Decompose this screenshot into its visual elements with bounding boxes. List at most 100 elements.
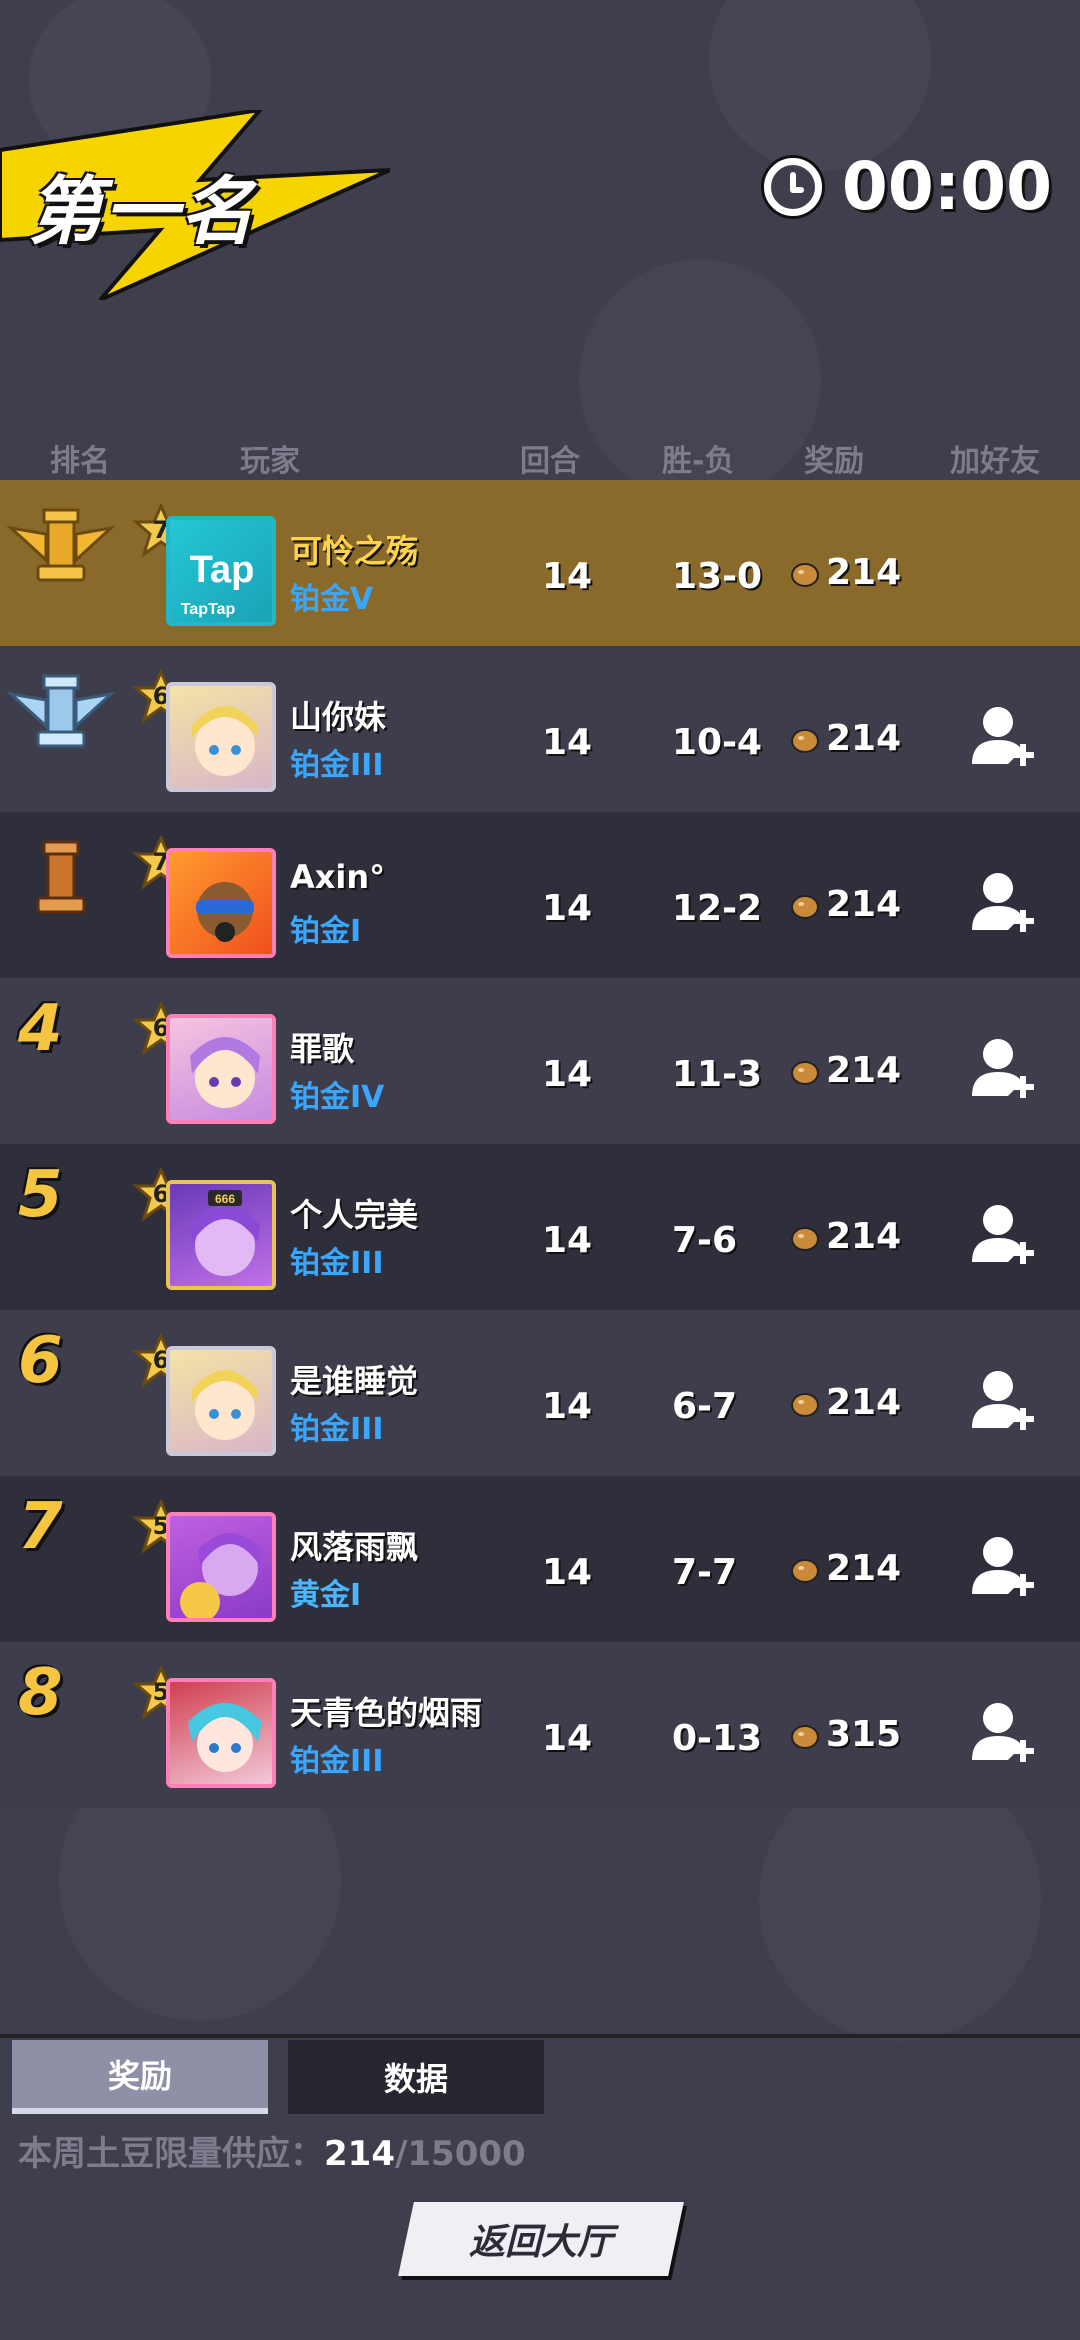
potato-icon	[791, 1558, 819, 1583]
rounds-value: 14	[542, 1552, 593, 1593]
avatar[interactable]: 666	[166, 1180, 276, 1290]
record-value: 10-4	[672, 722, 763, 763]
back-to-lobby-label: 返回大厅	[468, 2222, 613, 2263]
table-row[interactable]: 6 山你妹 铂金III 14 10-4 214	[0, 646, 1080, 812]
reward-value: 214	[826, 552, 902, 593]
add-friend-icon[interactable]	[968, 1366, 1038, 1436]
col-win-loss: 胜-负	[662, 444, 735, 479]
player-name[interactable]: 是谁睡觉	[290, 1356, 418, 1402]
avatar[interactable]	[166, 848, 276, 958]
reward: 214	[788, 1382, 901, 1423]
avatar[interactable]	[166, 1512, 276, 1622]
column-headers: 排名 玩家 回合 胜-负 奖励 加好友	[0, 430, 1080, 480]
tap-logo-text: Tap	[190, 549, 255, 591]
record-value: 0-13	[672, 1718, 763, 1759]
avatar[interactable]	[166, 1346, 276, 1456]
reward: 214	[788, 884, 901, 925]
badge-666-text: 666	[215, 1192, 235, 1206]
table-row[interactable]: 5 6 666 个人完美 铂金III 14 7-6 214	[0, 1144, 1080, 1310]
player-name[interactable]: 可怜之殇	[290, 526, 418, 572]
crown-silver-icon	[6, 656, 116, 766]
add-friend-icon[interactable]	[968, 1034, 1038, 1104]
avatar[interactable]	[166, 682, 276, 792]
player-tier: 铂金III	[290, 1412, 384, 1447]
potato-icon	[791, 1226, 819, 1251]
player-tier: 铂金III	[290, 1744, 384, 1779]
add-friend-icon[interactable]	[968, 1532, 1038, 1602]
crown-bronze-icon	[6, 822, 116, 932]
add-friend-icon[interactable]	[968, 868, 1038, 938]
avatar[interactable]: Tap TapTap	[166, 516, 276, 626]
clock-icon	[763, 157, 822, 216]
col-reward: 奖励	[804, 444, 864, 479]
potato-icon	[791, 894, 819, 919]
reward-value: 214	[826, 884, 902, 925]
player-tier: 黄金I	[290, 1578, 362, 1613]
record-value: 11-3	[672, 1054, 763, 1095]
reward: 214	[788, 718, 901, 759]
potato-icon	[791, 1724, 819, 1749]
player-tier: 铂金V	[290, 582, 374, 617]
rank-number: 4	[18, 992, 63, 1066]
table-row[interactable]: 7 5 风落雨飘 黄金I 14 7-7 214	[0, 1476, 1080, 1642]
tab-reward[interactable]: 奖励	[12, 2040, 268, 2114]
table-row[interactable]: 4 6 罪歌 铂金IV 14 11-3 214	[0, 978, 1080, 1144]
reward-value: 315	[826, 1714, 902, 1755]
player-tier: 铂金I	[290, 914, 362, 949]
player-name[interactable]: 罪歌	[290, 1024, 354, 1070]
player-name[interactable]: 山你妹	[290, 692, 386, 738]
supply-label: 本周土豆限量供应：	[18, 2134, 324, 2174]
supply-current: 214	[324, 2134, 395, 2174]
rounds-value: 14	[542, 1054, 593, 1095]
add-friend-icon[interactable]	[968, 1200, 1038, 1270]
rank-number: 5	[18, 1158, 63, 1232]
reward: 214	[788, 1548, 901, 1589]
back-to-lobby-button[interactable]: 返回大厅	[398, 2202, 684, 2276]
timer-value: 00:00	[841, 148, 1052, 225]
reward: 214	[788, 1216, 901, 1257]
reward-value: 214	[826, 1382, 902, 1423]
potato-icon	[791, 1060, 819, 1085]
reward: 214	[788, 552, 901, 593]
table-row[interactable]: 6 6 是谁睡觉 铂金III 14 6-7 214	[0, 1310, 1080, 1476]
tab-data[interactable]: 数据	[288, 2040, 544, 2114]
add-friend-icon[interactable]	[968, 1698, 1038, 1768]
player-name[interactable]: 个人完美	[290, 1190, 418, 1236]
potato-icon	[791, 1392, 819, 1417]
rounds-value: 14	[542, 1220, 593, 1261]
player-name[interactable]: 风落雨飘	[290, 1522, 418, 1568]
reward: 214	[788, 1050, 901, 1091]
add-friend-icon[interactable]	[968, 702, 1038, 772]
col-add-friend: 加好友	[950, 444, 1040, 479]
record-value: 7-7	[672, 1552, 738, 1593]
rank-number: 7	[18, 1490, 63, 1564]
player-name[interactable]: Axin°	[290, 858, 385, 896]
reward-value: 214	[826, 1548, 902, 1589]
avatar[interactable]	[166, 1678, 276, 1788]
footer-divider	[0, 2034, 1080, 2038]
rounds-value: 14	[542, 722, 593, 763]
potato-icon	[791, 562, 819, 587]
crown-gold-icon	[6, 490, 116, 600]
table-row[interactable]: 7 Tap TapTap 可怜之殇 铂金V 14 13-0 214	[0, 480, 1080, 646]
reward: 315	[788, 1714, 901, 1755]
taptap-logo-text: TapTap	[181, 601, 236, 618]
rank-number: 8	[18, 1656, 63, 1730]
table-row[interactable]: 7 Axin° 铂金I 14 12-2 214	[0, 812, 1080, 978]
rank-number: 6	[18, 1324, 63, 1398]
table-row[interactable]: 8 5 天青色的烟雨 铂金III 14 0-13 315	[0, 1642, 1080, 1808]
ranking-list: 7 Tap TapTap 可怜之殇 铂金V 14 13-0 214 6 山你妹 …	[0, 480, 1080, 1808]
timer: 00:00	[763, 148, 1052, 225]
rounds-value: 14	[542, 888, 593, 929]
player-tier: 铂金III	[290, 748, 384, 783]
record-value: 13-0	[672, 556, 763, 597]
player-name[interactable]: 天青色的烟雨	[290, 1688, 482, 1734]
avatar[interactable]	[166, 1014, 276, 1124]
supply-total: /15000	[394, 2134, 526, 2174]
record-value: 12-2	[672, 888, 763, 929]
player-tier: 铂金IV	[290, 1080, 385, 1115]
weekly-supply: 本周土豆限量供应：214/15000	[18, 2126, 526, 2175]
col-rank: 排名	[50, 444, 110, 479]
record-value: 7-6	[672, 1220, 738, 1261]
rounds-value: 14	[542, 556, 593, 597]
